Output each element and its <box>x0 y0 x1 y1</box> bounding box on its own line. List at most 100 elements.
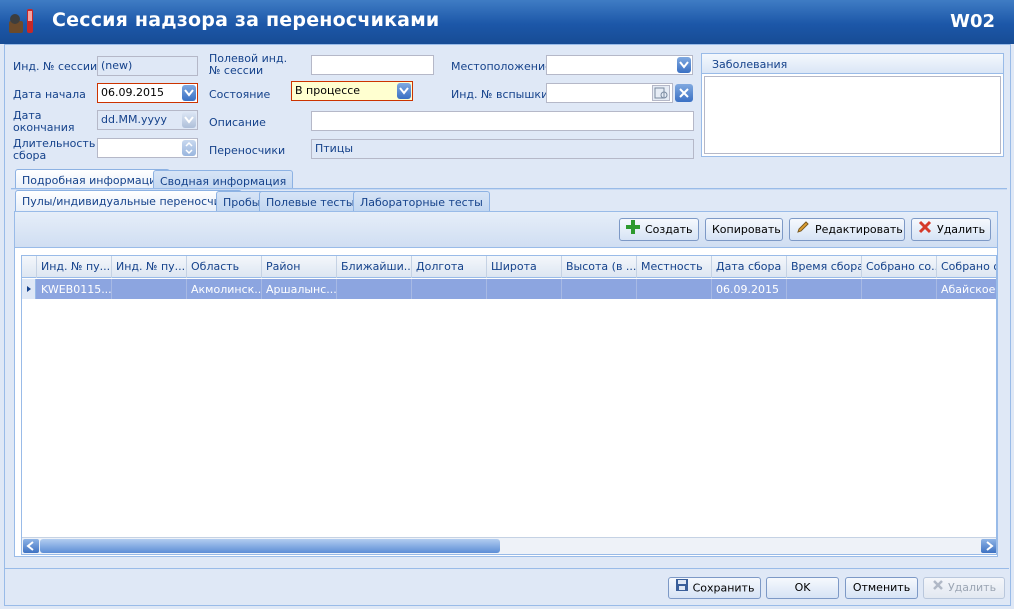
location-label: Местоположение <box>451 60 552 73</box>
state-select[interactable]: В процессе <box>291 81 413 101</box>
outbreak-id-field[interactable] <box>546 83 673 103</box>
delete-label: Удалить <box>937 223 986 236</box>
column-header[interactable]: Высота (в ... <box>562 256 637 278</box>
location-select[interactable] <box>546 55 693 75</box>
app-icon <box>9 9 33 33</box>
duration-label: Длительность сбора <box>13 137 96 162</box>
column-header[interactable]: Время сбора <box>787 256 862 278</box>
table-cell: KWEB0115... <box>37 279 112 299</box>
edit-button[interactable]: Редактировать <box>789 218 905 241</box>
copy-button[interactable]: Копировать <box>705 218 783 241</box>
table-cell: Акмолинск... <box>187 279 262 299</box>
horizontal-scrollbar[interactable] <box>22 537 996 554</box>
calendar-dropdown-icon[interactable] <box>182 112 196 128</box>
table-row[interactable]: KWEB0115... Акмолинск... Аршалынс... 06.… <box>22 279 996 299</box>
column-header[interactable]: Ближайши... <box>337 256 412 278</box>
column-header[interactable]: Собрано ор <box>937 256 996 278</box>
copy-label: Копировать <box>712 223 781 236</box>
delete-icon <box>932 578 944 598</box>
clear-outbreak-button[interactable] <box>675 84 693 102</box>
create-label: Создать <box>645 223 693 236</box>
column-header[interactable]: Область <box>187 256 262 278</box>
field-session-id-input[interactable] <box>311 55 434 75</box>
table-cell <box>787 279 862 299</box>
diseases-header: Заболевания <box>702 54 1003 74</box>
state-value: В процессе <box>295 84 361 97</box>
description-input[interactable] <box>311 111 694 131</box>
end-date-label: Дата окончания <box>13 109 75 134</box>
table-cell: 06.09.2015 <box>712 279 787 299</box>
edit-label: Редактировать <box>815 223 903 236</box>
delete-icon <box>918 220 932 241</box>
table-cell <box>487 279 562 299</box>
floppy-disk-icon <box>675 578 689 599</box>
field-session-id-label: Полевой инд. № сессии <box>209 52 288 77</box>
end-date-picker[interactable]: dd.MM.yyyy <box>97 110 198 130</box>
table-cell <box>112 279 187 299</box>
footer-divider <box>4 568 1009 569</box>
scroll-right-icon[interactable] <box>981 539 996 553</box>
tab-detailed-info[interactable]: Подробная информация <box>15 169 170 190</box>
column-header[interactable]: Дата сбора <box>712 256 787 278</box>
row-marker-header <box>22 256 37 278</box>
row-selector-icon[interactable] <box>22 279 36 299</box>
footer-delete-label: Удалить <box>947 581 997 594</box>
end-date-value: dd.MM.yyyy <box>101 113 167 126</box>
tab-pools-vectors[interactable]: Пулы/индивидуальные переносчики <box>15 190 242 211</box>
vectors-grid: Инд. № пу... Инд. № пу... Область Район … <box>21 255 997 555</box>
column-header[interactable]: Собрано со... <box>862 256 937 278</box>
plus-icon <box>626 219 640 241</box>
save-label: Сохранить <box>692 581 755 595</box>
start-date-label: Дата начала <box>13 88 86 101</box>
save-button[interactable]: Сохранить <box>668 577 761 599</box>
column-header[interactable]: Широта <box>487 256 562 278</box>
search-icon[interactable] <box>652 85 670 101</box>
start-date-picker[interactable]: 06.09.2015 <box>97 83 198 103</box>
pencil-icon <box>796 220 810 241</box>
chevron-down-icon[interactable] <box>397 83 411 99</box>
column-header[interactable]: Местность <box>637 256 712 278</box>
description-label: Описание <box>209 116 266 129</box>
column-header[interactable]: Долгота <box>412 256 487 278</box>
ok-button[interactable]: OK <box>766 577 839 599</box>
column-header[interactable]: Инд. № пу... <box>112 256 187 278</box>
cancel-button[interactable]: Отменить <box>845 577 918 599</box>
calendar-dropdown-icon[interactable] <box>182 85 196 101</box>
vectors-field: Птицы <box>311 139 694 159</box>
table-cell: Абайское р <box>941 283 996 296</box>
state-label: Состояние <box>209 88 271 101</box>
column-header[interactable]: Район <box>262 256 337 278</box>
chevron-down-icon[interactable] <box>677 57 691 73</box>
close-icon <box>679 88 689 98</box>
window-title: Сессия надзора за переносчиками <box>52 9 440 31</box>
footer-delete-button: Удалить <box>923 577 1005 599</box>
session-id-field: (new) <box>97 56 198 76</box>
grid-toolbar: Создать Копировать Редактировать Удалить <box>15 212 997 248</box>
window-code: W02 <box>950 11 995 32</box>
column-header[interactable]: Инд. № пу... <box>37 256 112 278</box>
duration-spinner[interactable] <box>97 138 198 158</box>
table-cell <box>862 279 937 299</box>
scroll-left-icon[interactable] <box>23 539 39 553</box>
outbreak-id-label: Инд. № вспышки <box>451 88 549 101</box>
spinner-icon[interactable] <box>182 140 196 156</box>
start-date-value: 06.09.2015 <box>101 86 164 99</box>
diseases-list[interactable] <box>704 76 1001 154</box>
tab-lab-tests[interactable]: Лабораторные тесты <box>353 191 490 211</box>
table-cell <box>337 279 412 299</box>
pools-panel: Создать Копировать Редактировать Удалить… <box>14 211 998 557</box>
diseases-panel: Заболевания <box>701 53 1004 157</box>
vectors-label: Переносчики <box>209 144 286 157</box>
table-cell <box>412 279 487 299</box>
table-cell <box>562 279 637 299</box>
grid-header: Инд. № пу... Инд. № пу... Область Район … <box>22 256 996 278</box>
delete-button[interactable]: Удалить <box>911 218 991 241</box>
tab-summary-info[interactable]: Сводная информация <box>153 170 294 190</box>
create-button[interactable]: Создать <box>619 218 699 241</box>
tab-field-tests[interactable]: Полевые тесты <box>259 191 362 211</box>
window-titlebar: Сессия надзора за переносчиками W02 <box>0 0 1014 44</box>
table-cell <box>637 279 712 299</box>
scrollbar-thumb[interactable] <box>40 539 500 553</box>
session-id-label: Инд. № сессии <box>13 60 98 73</box>
table-cell: Аршалынс... <box>262 279 337 299</box>
